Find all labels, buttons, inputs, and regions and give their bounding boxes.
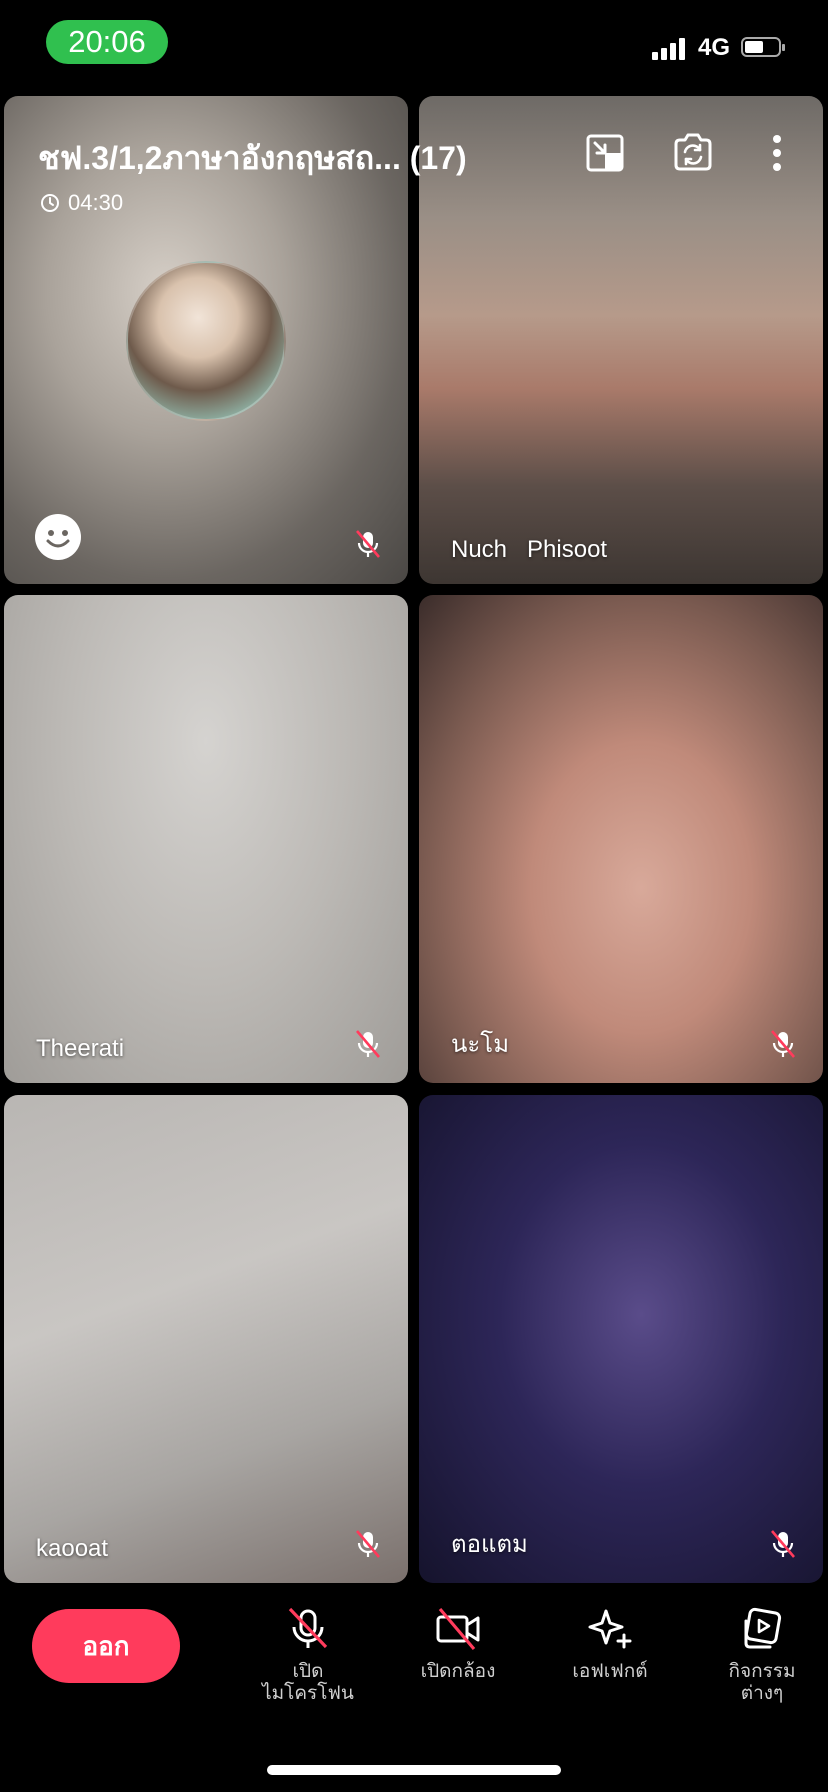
activities-label-2: ต่างๆ [740, 1683, 784, 1704]
mic-muted-icon [771, 1530, 795, 1558]
camera-off-icon [436, 1607, 480, 1651]
more-vertical-icon[interactable] [770, 134, 784, 172]
participant-name: kaooat [36, 1535, 109, 1562]
avatar [126, 261, 286, 421]
activities-icon [744, 1607, 782, 1649]
video-call-screen: 20:06 4G Nuch Phisoot Theerati นะโม kaoo… [0, 0, 828, 1792]
camera-label: เปิดกล้อง [420, 1661, 496, 1682]
effects-button[interactable]: เอฟเฟกต์ [545, 1605, 675, 1683]
smiley-icon[interactable] [34, 513, 82, 561]
camera-toggle-button[interactable]: เปิดกล้อง [393, 1605, 523, 1683]
participant-name: Nuch Phisoot [451, 536, 608, 563]
mic-muted-icon [356, 530, 380, 558]
cellular-signal-icon [652, 38, 688, 60]
activities-button[interactable]: กิจกรรม ต่างๆ [697, 1605, 827, 1705]
picture-in-picture-icon[interactable] [586, 134, 624, 172]
mic-off-icon [288, 1607, 328, 1649]
call-title: ชฟ.3/1,2ภาษาอังกฤษสถ... (17) [38, 140, 467, 176]
leave-button[interactable]: ออก [32, 1609, 180, 1683]
clock-icon [41, 194, 59, 212]
participant-name: Theerati [36, 1035, 125, 1062]
status-bar: 20:06 4G [0, 0, 828, 90]
activities-label-1: กิจกรรม [728, 1661, 796, 1682]
flip-camera-icon[interactable] [672, 132, 714, 172]
effects-label: เอฟเฟกต์ [572, 1661, 648, 1682]
call-duration: 04:30 [68, 190, 124, 215]
mic-muted-icon [771, 1030, 795, 1058]
status-time: 20:06 [46, 20, 168, 64]
home-indicator[interactable] [267, 1765, 561, 1775]
sparkle-icon [588, 1609, 632, 1649]
participant-tile[interactable]: ตอแตม [419, 1095, 823, 1583]
network-type: 4G [698, 34, 731, 61]
participant-tile[interactable]: นะโม [419, 595, 823, 1083]
battery-icon [741, 37, 785, 59]
mic-toggle-button[interactable]: เปิด ไมโครโฟน [243, 1605, 373, 1705]
mic-label-2: ไมโครโฟน [262, 1683, 354, 1704]
mic-label-1: เปิด [292, 1661, 324, 1682]
participant-tile[interactable]: kaooat [4, 1095, 408, 1583]
mic-muted-icon [356, 1530, 380, 1558]
participant-name: นะโม [451, 1031, 510, 1058]
participant-tile[interactable]: Theerati [4, 595, 408, 1083]
mic-muted-icon [356, 1030, 380, 1058]
participant-name: ตอแตม [451, 1531, 528, 1558]
